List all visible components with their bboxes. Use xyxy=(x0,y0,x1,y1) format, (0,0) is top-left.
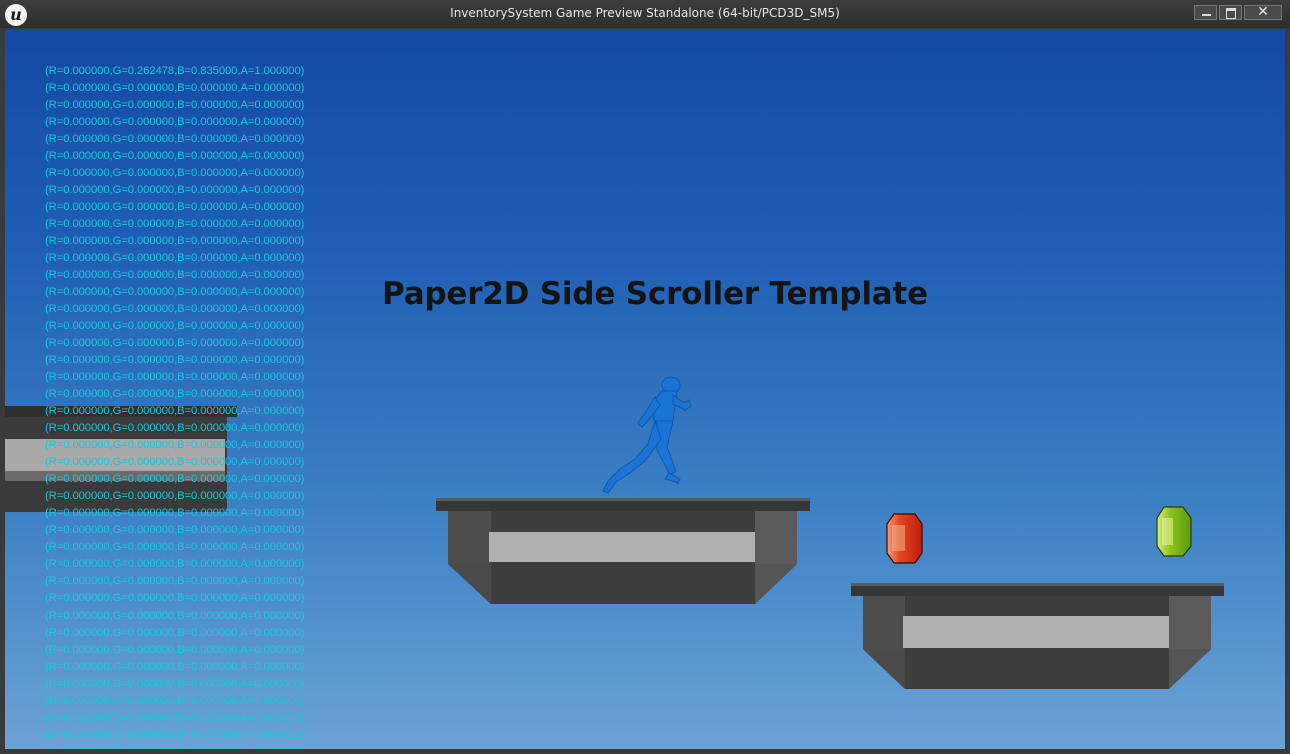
player-character xyxy=(602,376,692,494)
green-gem-pickup xyxy=(1156,506,1192,557)
platform-center xyxy=(436,498,810,604)
debug-line: (R=0.000000,G=0.000000,B=0.000000,A=0.00… xyxy=(45,405,305,418)
debug-line: (R=0.000000,G=0.262478,B=0.835000,A=1.00… xyxy=(45,65,305,77)
debug-line: (R=0.000000,G=0.000000,B=0.000000,A=0.00… xyxy=(45,150,305,163)
debug-line: (R=0.000000,G=0.000000,B=0.000000,A=0.00… xyxy=(45,541,305,554)
debug-line: (R=0.000000,G=0.000000,B=0.000000,A=0.00… xyxy=(45,218,305,231)
debug-line: (R=0.000000,G=0.000000,B=0.000000,A=0.00… xyxy=(45,99,305,112)
debug-line: (R=0.000000,G=0.000000,B=0.000000,A=0.00… xyxy=(45,728,305,741)
debug-line: (R=0.000000,G=0.000000,B=0.000000,A=0.00… xyxy=(45,286,305,299)
game-preview-window: u InventorySystem Game Preview Standalon… xyxy=(0,0,1290,754)
debug-line: (R=0.000000,G=0.000000,B=0.000000,A=0.00… xyxy=(45,133,305,146)
debug-line: (R=0.000000,G=0.000000,B=0.000000,A=0.00… xyxy=(45,354,305,367)
debug-line: (R=0.000000,G=0.000000,B=0.000000,A=0.00… xyxy=(45,116,305,129)
debug-line: (R=0.000000,G=0.000000,B=0.000000,A=0.00… xyxy=(45,201,305,214)
debug-line: (R=0.000000,G=0.000000,B=0.000000,A=0.00… xyxy=(45,609,305,622)
debug-line: (R=0.000000,G=0.000000,B=0.000000,A=0.00… xyxy=(45,337,305,350)
debug-line: (R=0.000000,G=0.000000,B=0.000000,A=0.00… xyxy=(45,303,305,316)
debug-output-list: (R=0.000000,G=0.262478,B=0.835000,A=1.00… xyxy=(45,63,304,749)
close-button[interactable]: ✕ xyxy=(1244,4,1282,20)
debug-line: (R=0.000000,G=0.000000,B=0.000000,A=0.00… xyxy=(45,235,305,248)
red-gem-pickup xyxy=(886,513,923,564)
debug-line: (R=0.000000,G=0.000000,B=0.000000,A=0.00… xyxy=(45,643,305,656)
debug-line: (R=0.000000,G=0.000000,B=0.000000,A=0.00… xyxy=(45,388,305,401)
debug-line: (R=0.000000,G=0.000000,B=0.000000,A=0.00… xyxy=(45,744,304,749)
debug-line: (R=0.000000,G=0.000000,B=0.000000,A=0.00… xyxy=(45,167,305,180)
debug-line: (R=0.000000,G=0.000000,B=0.000000,A=0.00… xyxy=(45,371,305,384)
debug-line: (R=0.000000,G=0.000000,B=0.000000,A=0.00… xyxy=(45,439,305,452)
debug-line: (R=0.000000,G=0.000000,B=0.000000,A=0.00… xyxy=(45,626,305,639)
debug-line: (R=0.000000,G=0.000000,B=0.000000,A=0.00… xyxy=(45,575,305,588)
close-icon: ✕ xyxy=(1257,4,1269,20)
title-bar[interactable]: u InventorySystem Game Preview Standalon… xyxy=(0,0,1290,28)
debug-line: (R=0.000000,G=0.000000,B=0.000000,A=0.00… xyxy=(45,252,305,265)
debug-line: (R=0.000000,G=0.000000,B=0.000000,A=0.00… xyxy=(45,269,305,282)
debug-line: (R=0.000000,G=0.000000,B=0.000000,A=0.00… xyxy=(45,524,305,537)
minimize-button[interactable] xyxy=(1194,5,1217,20)
debug-line: (R=0.000000,G=0.000000,B=0.000000,A=0.00… xyxy=(45,660,305,673)
game-viewport[interactable]: Paper2D Side Scroller Template (R=0.0000… xyxy=(5,29,1285,749)
maximize-button[interactable] xyxy=(1219,5,1242,20)
debug-line: (R=0.000000,G=0.000000,B=0.000000,A=0.00… xyxy=(45,711,305,724)
template-title: Paper2D Side Scroller Template xyxy=(382,276,928,312)
platform-right xyxy=(851,583,1224,689)
debug-line: (R=0.000000,G=0.000000,B=0.000000,A=0.00… xyxy=(45,592,305,605)
debug-line: (R=0.000000,G=0.000000,B=0.000000,A=0.00… xyxy=(45,677,305,690)
debug-line: (R=0.000000,G=0.000000,B=0.000000,A=0.00… xyxy=(45,490,305,503)
window-title: InventorySystem Game Preview Standalone … xyxy=(450,6,840,20)
debug-line: (R=0.000000,G=0.000000,B=0.000000,A=0.00… xyxy=(45,82,305,95)
debug-line: (R=0.000000,G=0.000000,B=0.000000,A=0.00… xyxy=(45,507,305,520)
debug-line: (R=0.000000,G=0.000000,B=0.000000,A=0.00… xyxy=(45,694,305,707)
debug-line: (R=0.000000,G=0.000000,B=0.000000,A=0.00… xyxy=(45,320,305,333)
debug-line: (R=0.000000,G=0.000000,B=0.000000,A=0.00… xyxy=(45,473,305,486)
debug-line: (R=0.000000,G=0.000000,B=0.000000,A=0.00… xyxy=(45,422,305,435)
debug-line: (R=0.000000,G=0.000000,B=0.000000,A=0.00… xyxy=(45,456,305,469)
debug-line: (R=0.000000,G=0.000000,B=0.000000,A=0.00… xyxy=(45,184,305,197)
debug-line: (R=0.000000,G=0.000000,B=0.000000,A=0.00… xyxy=(45,558,305,571)
